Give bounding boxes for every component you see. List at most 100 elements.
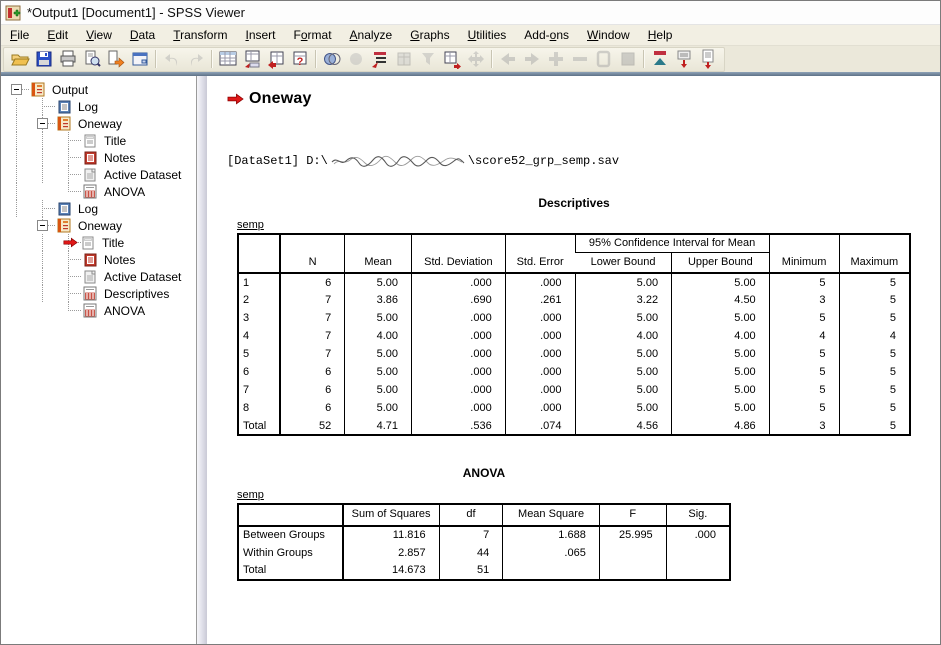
print-button[interactable] — [56, 48, 80, 70]
row-label-cell: 5 — [238, 345, 280, 363]
goto-case-button[interactable] — [240, 48, 264, 70]
menu-transform[interactable]: Transform — [164, 26, 236, 45]
export-output-button[interactable] — [104, 48, 128, 70]
tree-guide — [3, 217, 29, 234]
redo-button — [184, 48, 208, 70]
outline-item-title-9[interactable]: Title — [3, 234, 196, 251]
outline-item-active-dataset-11[interactable]: Active Dataset — [3, 268, 196, 285]
menu-view[interactable]: View — [77, 26, 121, 45]
outline-item-title-3[interactable]: Title — [3, 132, 196, 149]
tree-expander-minus[interactable] — [37, 220, 48, 231]
outline-item-anova-13[interactable]: ANOVA — [3, 302, 196, 319]
column-header: Std. Deviation — [412, 234, 506, 273]
tree-guide — [3, 115, 29, 132]
insert-title-button[interactable] — [672, 48, 696, 70]
menu-graphs[interactable]: Graphs — [401, 26, 458, 45]
menu-utilities[interactable]: Utilities — [459, 26, 516, 45]
menu-edit[interactable]: Edit — [38, 26, 77, 45]
outline-item-log-7[interactable]: Log — [3, 200, 196, 217]
insert-text-button[interactable] — [696, 48, 720, 70]
value-cell: 3.22 — [575, 291, 672, 309]
tree-connector — [55, 183, 81, 200]
outline-item-output-0[interactable]: Output — [3, 81, 196, 98]
toolbar-separator — [643, 50, 645, 68]
menu-file[interactable]: File — [1, 26, 38, 45]
outline-item-active-dataset-5[interactable]: Active Dataset — [3, 166, 196, 183]
outline-item-oneway-8[interactable]: Oneway — [3, 217, 196, 234]
toolbar-band: ? — [3, 47, 725, 72]
pane-splitter[interactable] — [197, 76, 207, 644]
menu-insert[interactable]: Insert — [236, 26, 284, 45]
value-cell: 4.71 — [345, 417, 412, 435]
value-cell: 7 — [439, 526, 503, 544]
outline-item-descriptives-12[interactable]: Descriptives — [3, 285, 196, 302]
value-cell: 5.00 — [672, 399, 770, 417]
outline-item-notes-10[interactable]: Notes — [3, 251, 196, 268]
goto-data-button[interactable] — [216, 48, 240, 70]
save-file-icon — [34, 49, 54, 69]
outline-item-anova-6[interactable]: ANOVA — [3, 183, 196, 200]
menu-window[interactable]: Window — [578, 26, 639, 45]
menu-data[interactable]: Data — [121, 26, 164, 45]
print-preview-button[interactable] — [80, 48, 104, 70]
outline-item-oneway-2[interactable]: Oneway — [3, 115, 196, 132]
insert-heading-icon — [650, 49, 670, 69]
variables-button[interactable] — [264, 48, 288, 70]
menu-help[interactable]: Help — [639, 26, 682, 45]
outline-item-label: Descriptives — [102, 287, 171, 301]
column-header: Sum of Squares — [343, 504, 440, 525]
column-header: F — [599, 504, 666, 525]
value-cell: 5 — [839, 273, 910, 291]
insert-heading-button[interactable] — [648, 48, 672, 70]
table-row: 375.00.000.0005.005.0055 — [238, 309, 910, 327]
tree-guide — [3, 98, 29, 115]
open-file-icon — [10, 49, 30, 69]
edit-pivot-button — [392, 48, 416, 70]
outline-item-label: Title — [100, 236, 126, 250]
open-file-button[interactable] — [8, 48, 32, 70]
title-icon — [79, 235, 96, 250]
toolbar: ? — [1, 46, 940, 72]
value-cell — [599, 562, 666, 580]
goto-output-item-button[interactable] — [440, 48, 464, 70]
spss-app-icon[interactable] — [5, 5, 21, 21]
value-cell: 5 — [769, 399, 839, 417]
current-item-arrow-icon — [227, 93, 244, 105]
use-sets-button[interactable] — [320, 48, 344, 70]
value-cell: 5 — [839, 381, 910, 399]
spss-viewer-window: *Output1 [Document1] - SPSS Viewer FileE… — [0, 0, 941, 645]
column-header: Std. Error — [505, 234, 575, 273]
outline-item-log-1[interactable]: Log — [3, 98, 196, 115]
value-cell: 5 — [769, 309, 839, 327]
menu-analyze[interactable]: Analyze — [341, 26, 402, 45]
tree-expander-minus[interactable] — [37, 118, 48, 129]
redacted-path-scribble — [329, 154, 467, 168]
outline-item-label: Title — [102, 134, 128, 148]
goto-output-item-icon — [442, 49, 462, 69]
descriptives-table[interactable]: NMeanStd. DeviationStd. Error95% Confide… — [237, 233, 911, 436]
value-cell — [666, 544, 730, 562]
designate-window-button — [344, 48, 368, 70]
glossary-button[interactable]: ? — [288, 48, 312, 70]
output-book-icon — [55, 218, 72, 233]
tree-expander-minus[interactable] — [11, 84, 22, 95]
anova-table[interactable]: Sum of SquaresdfMean SquareFSig.Between … — [237, 503, 731, 580]
value-cell: 5.00 — [345, 309, 412, 327]
column-header: Sig. — [666, 504, 730, 525]
menu-format[interactable]: Format — [285, 26, 341, 45]
value-cell: 5 — [839, 399, 910, 417]
outline-item-notes-4[interactable]: Notes — [3, 149, 196, 166]
column-header: Mean — [345, 234, 412, 273]
outline-item-label: ANOVA — [102, 304, 147, 318]
value-cell: 5.00 — [345, 345, 412, 363]
recall-dialog-button[interactable] — [128, 48, 152, 70]
select-last-output-button[interactable] — [368, 48, 392, 70]
menu-add-ons[interactable]: Add-ons — [515, 26, 578, 45]
titlebar: *Output1 [Document1] - SPSS Viewer — [1, 1, 940, 25]
table-row: 165.00.000.0005.005.0055 — [238, 273, 910, 291]
tree-guide — [29, 302, 55, 319]
save-file-button[interactable] — [32, 48, 56, 70]
row-label-cell: 1 — [238, 273, 280, 291]
tree-guide — [3, 251, 29, 268]
table-row: Between Groups11.81671.68825.995.000 — [238, 526, 730, 544]
